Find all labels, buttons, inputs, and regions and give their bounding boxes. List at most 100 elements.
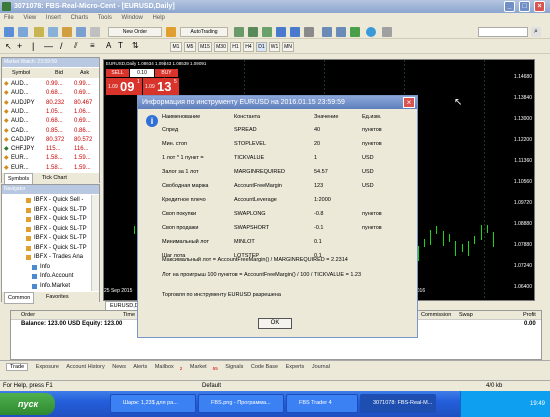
time-axis-left: 25 Sep 2015 (104, 288, 133, 294)
sell-price-box[interactable]: 1.09 09 1 (106, 78, 142, 95)
timeframe-m15[interactable]: M15 (198, 42, 212, 52)
autotrading-button[interactable]: AutoTrading (180, 27, 228, 37)
menu-help[interactable]: Help (153, 15, 165, 21)
profiles-icon[interactable] (18, 27, 28, 37)
folder-icon[interactable] (34, 27, 44, 37)
candlestick-icon[interactable] (248, 27, 258, 37)
menu-window[interactable]: Window (122, 15, 143, 21)
timeframe-m30-label: M30 (216, 44, 226, 50)
line-chart-icon[interactable] (262, 27, 272, 37)
timeframe-m1[interactable]: M1 (170, 42, 182, 52)
market-watch-icon[interactable] (48, 27, 58, 37)
tab-tick-chart[interactable]: Tick Chart (42, 173, 67, 183)
timeframe-m30[interactable]: M30 (214, 42, 228, 52)
tab-common[interactable]: Common (4, 292, 35, 304)
channel-icon[interactable]: ⫽ (74, 41, 78, 51)
menu-tools[interactable]: Tools (98, 15, 112, 21)
sell-label: SELL (111, 70, 124, 76)
taskbar-item-browser-label: Шарж: 1,23$ для ра... (123, 400, 178, 406)
autoscroll-icon[interactable] (336, 27, 346, 37)
tab-trade[interactable]: Trade (6, 363, 29, 371)
tab-alerts[interactable]: Alerts (133, 364, 147, 370)
dialog-table-row: Залог за 1 лот MARGINREQUIRED 54.57 USD (162, 169, 412, 179)
start-button[interactable]: пуск (0, 393, 55, 415)
timeframe-m15-label: M15 (200, 44, 210, 50)
tab-news[interactable]: News (112, 364, 126, 370)
chart-shift-icon[interactable] (322, 27, 332, 37)
dialog-cell: 0.1 (314, 239, 322, 245)
timeframe-h4[interactable]: H4 (243, 42, 254, 52)
timeframe-d1[interactable]: D1 (256, 42, 267, 52)
buy-price-box[interactable]: 1.09 13 5 (143, 78, 179, 95)
timeframe-mn[interactable]: MN (282, 42, 294, 52)
minimize-button[interactable]: _ (504, 1, 515, 12)
dialog-cell: 54.57 (314, 169, 328, 175)
close-button[interactable]: × (534, 1, 545, 12)
maximize-button[interactable]: □ (519, 1, 530, 12)
taskbar-item-paint[interactable]: FBS.png - Программа... (198, 394, 284, 413)
tab-mailbox[interactable]: Mailbox 2 (154, 364, 183, 371)
tab-signals[interactable]: Signals (225, 364, 243, 370)
taskbar-item-folder[interactable]: FBS Trader 4 (286, 394, 358, 413)
timeframe-h1[interactable]: H1 (230, 42, 241, 52)
menu-file[interactable]: File (4, 15, 14, 21)
label-icon[interactable]: T (118, 41, 123, 50)
tab-code-base[interactable]: Code Base (251, 364, 278, 370)
templates-icon[interactable] (382, 27, 392, 37)
new-chart-icon[interactable] (4, 27, 14, 37)
taskbar-item-terminal[interactable]: 3071078: FBS-Real-M... (360, 394, 436, 413)
periods-icon[interactable] (366, 27, 376, 37)
search-input[interactable] (478, 27, 528, 37)
bar-chart-icon[interactable] (234, 27, 244, 37)
price-axis-label: 1.13840 (513, 95, 532, 101)
menu-view[interactable]: View (23, 15, 36, 21)
horizontal-line-icon[interactable]: — (44, 41, 53, 51)
sell-price-small: 1.09 (108, 84, 118, 90)
fibonacci-icon[interactable]: ≡ (90, 41, 95, 50)
sell-button[interactable]: SELL (106, 69, 129, 77)
col-order: Order (21, 312, 36, 318)
profit-total: 0.00 (524, 321, 536, 327)
price-candle (474, 235, 476, 244)
timeframe-d1-label: D1 (258, 44, 265, 50)
zoom-out-icon[interactable] (290, 27, 300, 37)
timeframe-w1[interactable]: W1 (269, 42, 280, 52)
cursor-icon[interactable]: ↖ (5, 42, 12, 51)
taskbar-item-browser[interactable]: Шарж: 1,23$ для ра... (110, 394, 196, 413)
tab-exposure[interactable]: Exposure (36, 364, 59, 370)
zoom-in-icon[interactable] (276, 27, 286, 37)
indicators-icon[interactable] (350, 27, 360, 37)
terminal-icon[interactable] (76, 27, 86, 37)
crosshair-icon[interactable]: + (17, 41, 22, 51)
navigator-item[interactable]: Info.Market (2, 281, 90, 292)
ok-button[interactable]: OK (258, 318, 292, 329)
menu-insert[interactable]: Insert (46, 15, 61, 21)
tab-account-history[interactable]: Account History (66, 364, 105, 370)
market-watch-title: Market Watch: 23:59:59 (2, 58, 99, 67)
trendline-icon[interactable]: / (60, 41, 63, 51)
arrows-icon[interactable]: ⇅ (132, 41, 139, 50)
new-order-button[interactable]: New Order (108, 27, 162, 37)
tile-windows-icon[interactable] (304, 27, 314, 37)
buy-button[interactable]: BUY (155, 69, 178, 77)
lot-input[interactable]: 0.10 (130, 69, 154, 77)
tester-icon[interactable] (90, 27, 100, 37)
tab-journal[interactable]: Journal (312, 364, 330, 370)
menu-charts[interactable]: Charts (71, 15, 89, 21)
expert-icon (32, 283, 37, 289)
standard-toolbar: New Order AutoTrading ⌕ (0, 25, 550, 39)
navigator-icon[interactable] (62, 27, 72, 37)
balance-row: Balance: 123.00 USD Equity: 123.00 (21, 321, 123, 327)
tab-market[interactable]: Market 55 (190, 364, 218, 371)
tab-favorites[interactable]: Favorites (46, 292, 69, 302)
vertical-line-icon[interactable]: | (32, 41, 34, 51)
lot-value: 0.10 (137, 70, 147, 76)
tab-mailbox-label: Mailbox (154, 364, 174, 370)
text-icon[interactable]: A (106, 41, 111, 50)
dialog-close-button[interactable]: × (403, 97, 415, 108)
timeframe-m5[interactable]: M5 (184, 42, 196, 52)
metaeditor-icon[interactable] (166, 27, 176, 37)
search-icon[interactable]: ⌕ (531, 27, 541, 37)
navigator-scrollbar[interactable] (91, 195, 99, 291)
tab-experts[interactable]: Experts (286, 364, 305, 370)
